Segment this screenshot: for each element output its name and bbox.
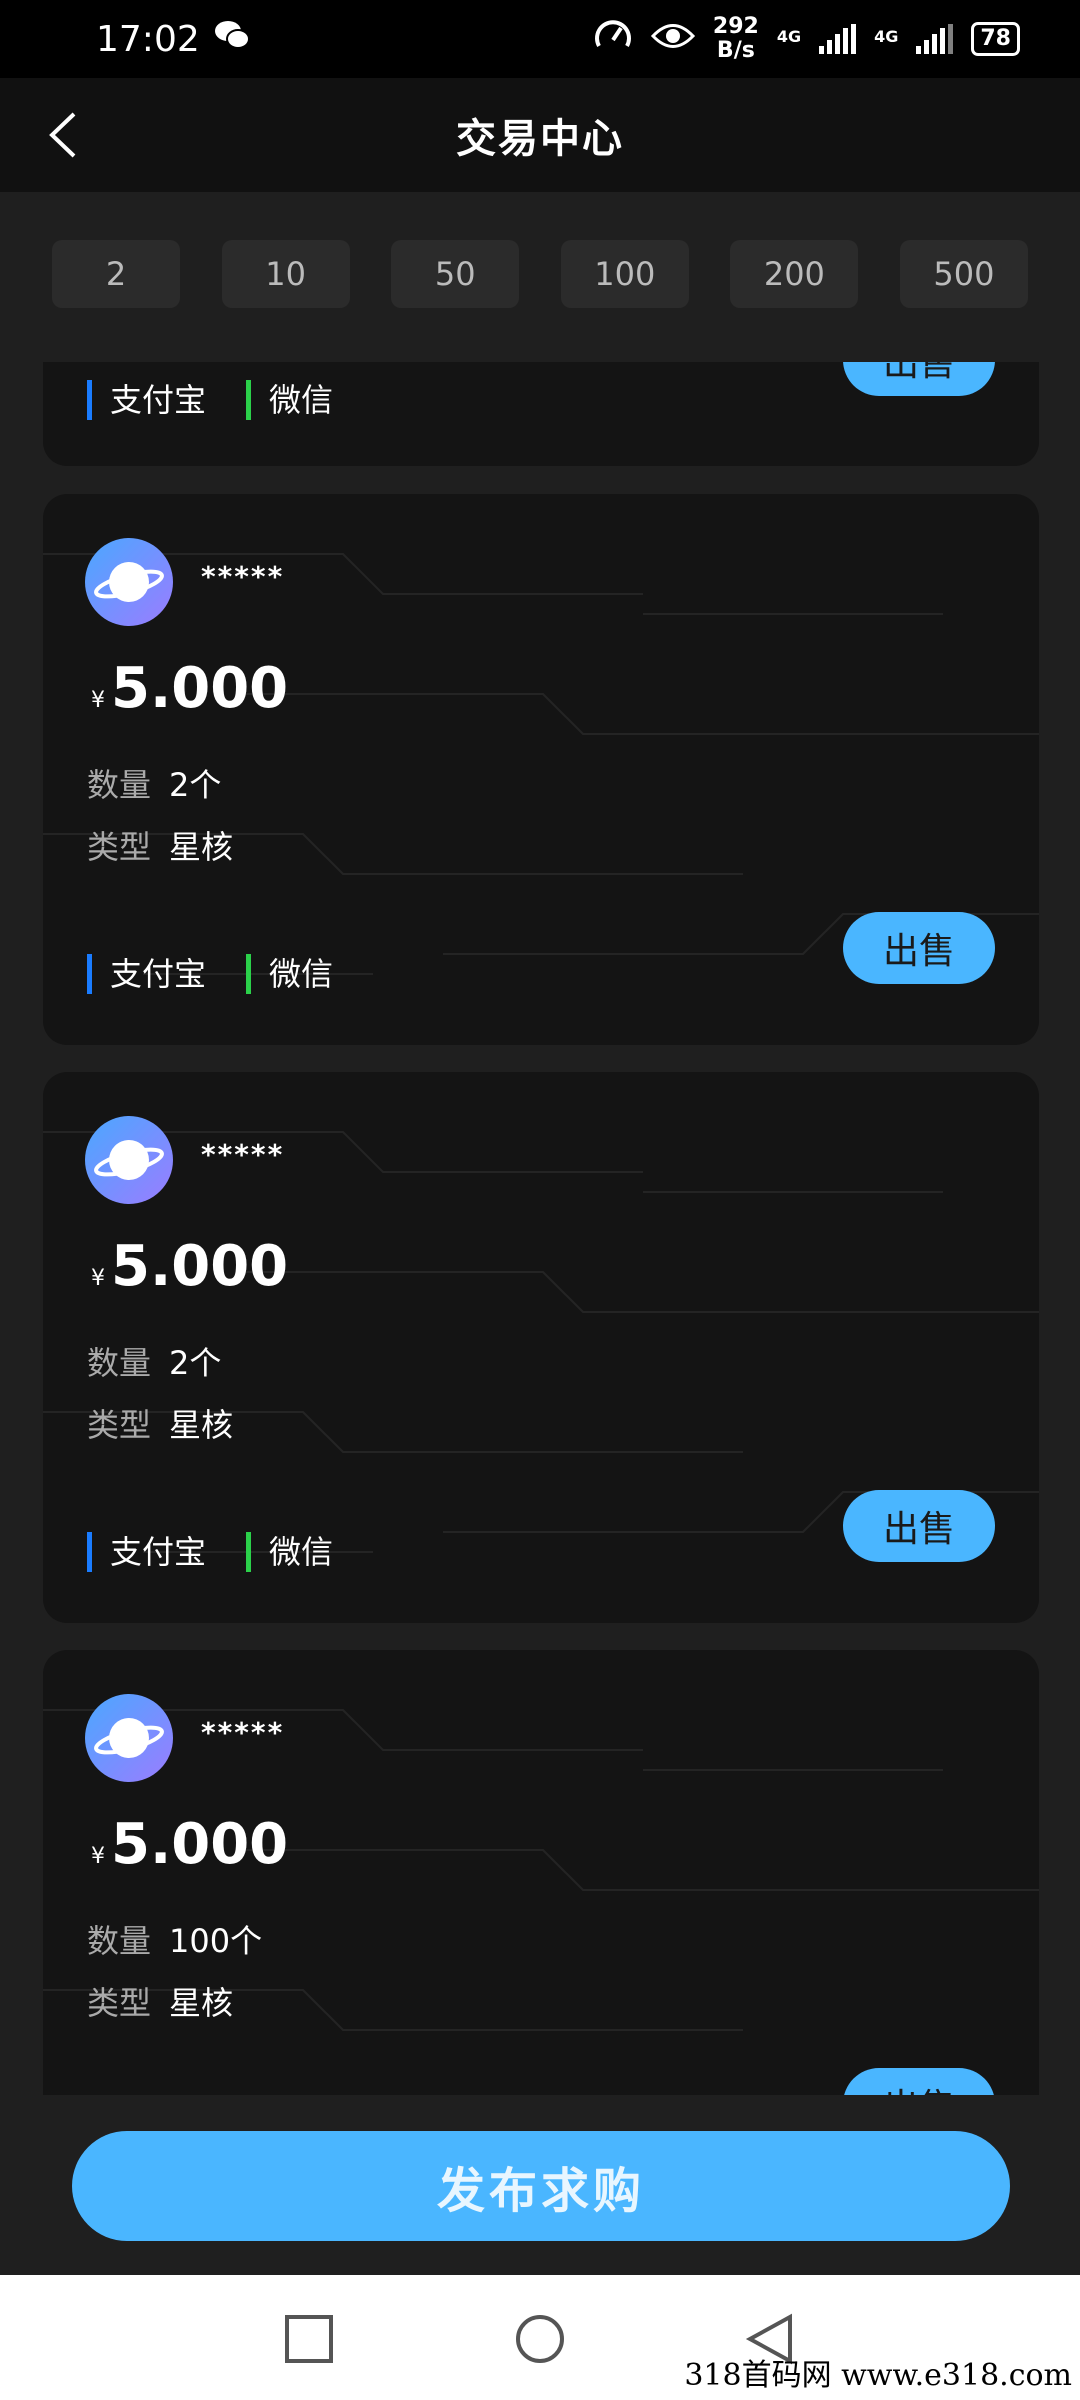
back-button[interactable] xyxy=(38,110,88,160)
seller-name: ***** xyxy=(201,1138,285,1171)
system-nav-bar: 318首码网 www.e318.com xyxy=(0,2275,1080,2400)
top-nav-bar: 交易中心 xyxy=(0,78,1080,192)
wechat-pay-tag: 微信 xyxy=(246,380,333,420)
filter-chip-50[interactable]: 50 xyxy=(391,240,520,308)
type-row: 类型 星核 xyxy=(87,822,233,868)
type-label: 类型 xyxy=(87,1984,152,2022)
quantity-row: 数量 2个 xyxy=(87,760,221,806)
type-label: 类型 xyxy=(87,1406,152,1444)
seller-name: ***** xyxy=(201,1716,285,1749)
network-type-2: 4G xyxy=(874,27,899,46)
home-icon[interactable] xyxy=(514,2313,566,2365)
type-row: 类型 星核 xyxy=(87,1978,233,2024)
quantity-value: 2个 xyxy=(169,766,222,804)
filter-chip-2[interactable]: 2 xyxy=(52,240,180,308)
speedometer-icon xyxy=(593,18,633,60)
page-title: 交易中心 xyxy=(456,116,624,162)
type-value: 星核 xyxy=(169,828,234,866)
filter-chip-10[interactable]: 10 xyxy=(221,240,350,308)
planet-icon xyxy=(94,562,164,602)
type-value: 星核 xyxy=(169,1984,234,2022)
currency-symbol: ¥ xyxy=(91,688,105,713)
network-type-1: 4G xyxy=(776,27,802,46)
sell-button[interactable]: 出售 xyxy=(843,2068,995,2095)
battery-icon: 78 xyxy=(971,22,1020,56)
filter-chip-100[interactable]: 100 xyxy=(560,240,689,308)
quantity-label: 数量 xyxy=(87,1922,152,1960)
status-bar: 17:02 292 B/s 4G 4G 78 xyxy=(0,0,1080,78)
bottom-action-bar: 发布求购 xyxy=(0,2095,1080,2275)
listing-card: ***** ¥ 5.000 数量 2个 类型 星核 支付宝 微信 出售 xyxy=(43,1072,1039,1623)
type-row: 类型 星核 xyxy=(87,1400,233,1446)
type-label: 类型 xyxy=(87,828,152,866)
listing-card: ***** ¥ 5.000 数量 100个 类型星核 出售 xyxy=(43,1650,1039,2095)
payment-methods: 支付宝 微信 xyxy=(87,954,333,994)
avatar xyxy=(85,1116,173,1204)
planet-icon xyxy=(94,1718,164,1758)
avatar xyxy=(85,538,173,626)
planet-icon xyxy=(94,1140,164,1180)
quantity-value: 100个 xyxy=(169,1922,263,1960)
payment-methods: 支付宝 微信 xyxy=(87,380,333,420)
price: ¥ 5.000 xyxy=(91,1812,288,1877)
currency-symbol: ¥ xyxy=(91,1266,105,1291)
quantity-label: 数量 xyxy=(87,1344,152,1382)
type-value: 星核 xyxy=(169,1406,234,1444)
publish-request-button[interactable]: 发布求购 xyxy=(72,2131,1010,2241)
network-speed: 292 B/s xyxy=(712,14,759,63)
quantity-label: 数量 xyxy=(87,766,152,804)
wechat-icon xyxy=(214,19,250,60)
wechat-pay-tag: 微信 xyxy=(246,954,333,994)
listing-card: 支付宝 微信 出售 xyxy=(43,362,1039,466)
signal-icon-2 xyxy=(916,24,954,54)
seller-name: ***** xyxy=(201,560,285,593)
payment-methods: 支付宝 微信 xyxy=(87,1532,333,1572)
listing-list[interactable]: 支付宝 微信 出售 ***** ¥ 5.000 数量 2个 类型 星核 支付宝 微信 xyxy=(0,362,1080,2095)
chevron-left-icon xyxy=(49,112,76,158)
alipay-tag: 支付宝 xyxy=(87,1532,206,1572)
currency-symbol: ¥ xyxy=(91,1844,105,1869)
quantity-row: 数量 2个 xyxy=(87,1338,221,1384)
price-value: 5.000 xyxy=(111,1812,289,1877)
price-value: 5.000 xyxy=(111,656,289,721)
wechat-pay-tag: 微信 xyxy=(246,1532,333,1572)
recent-apps-icon[interactable] xyxy=(283,2313,335,2365)
avatar xyxy=(85,1694,173,1782)
alipay-tag: 支付宝 xyxy=(87,954,206,994)
filter-chip-200[interactable]: 200 xyxy=(730,240,859,308)
eye-icon xyxy=(650,21,695,57)
listing-card: ***** ¥ 5.000 数量 2个 类型 星核 支付宝 微信 出售 xyxy=(43,494,1039,1045)
watermark-text: 318首码网 www.e318.com xyxy=(684,2358,1072,2393)
sell-button[interactable]: 出售 xyxy=(843,1490,995,1562)
amount-filter-bar: 2 10 50 100 200 500 xyxy=(52,240,1028,308)
sell-button[interactable]: 出售 xyxy=(843,362,995,396)
quantity-value: 2个 xyxy=(169,1344,222,1382)
status-time: 17:02 xyxy=(96,18,200,60)
signal-icon xyxy=(819,24,857,54)
filter-chip-500[interactable]: 500 xyxy=(899,240,1028,308)
alipay-tag: 支付宝 xyxy=(87,380,206,420)
price-value: 5.000 xyxy=(111,1234,289,1299)
quantity-row: 数量 100个 xyxy=(87,1916,262,1962)
sell-button[interactable]: 出售 xyxy=(843,912,995,984)
price: ¥ 5.000 xyxy=(91,1234,288,1299)
price: ¥ 5.000 xyxy=(91,656,288,721)
